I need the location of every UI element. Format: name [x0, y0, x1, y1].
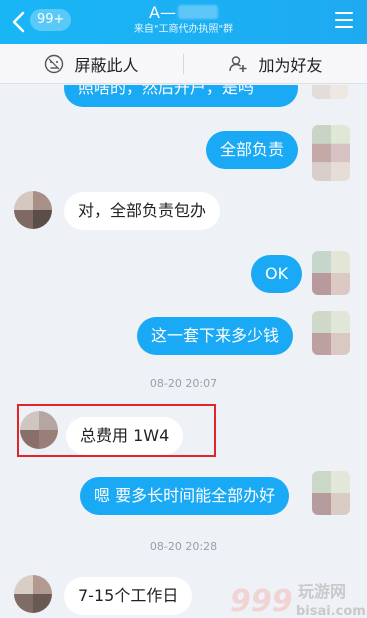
contact-avatar[interactable]: [14, 575, 52, 613]
chat-screen: { "header": { "back_label": "<", "unread…: [0, 0, 367, 618]
message-timestamp: 08-20 20:28: [149, 540, 218, 553]
add-friend-label: 加为好友: [258, 56, 323, 75]
my-avatar[interactable]: [312, 471, 350, 515]
watermark-site-text: 玩游网: [298, 582, 346, 601]
my-avatar[interactable]: [312, 85, 348, 99]
menu-icon[interactable]: [335, 12, 353, 28]
message-timestamp: 08-20 20:07: [149, 377, 218, 390]
add-friend-button[interactable]: 加为好友: [184, 44, 367, 84]
highlight-box: [17, 404, 216, 457]
pixelated-avatar-image: [312, 251, 350, 295]
watermark-domain-text: bisai.com: [296, 604, 366, 618]
blurred-name: [177, 5, 218, 19]
my-avatar[interactable]: [312, 251, 350, 295]
chat-title-text: A—: [149, 3, 176, 22]
pixelated-avatar-image: [312, 311, 350, 355]
pixelated-avatar-image: [312, 471, 350, 515]
add-friend-icon: [229, 56, 247, 72]
message-bubble-outgoing[interactable]: 嗯 要多长时间能全部办好: [80, 477, 290, 515]
block-icon: [45, 54, 64, 74]
my-avatar[interactable]: [312, 311, 350, 355]
message-bubble-outgoing[interactable]: 这一套下来多少钱: [137, 317, 294, 355]
pixelated-avatar-image: [14, 191, 52, 229]
title-bar: 99+ A— 来自"工商代办执照"群: [0, 0, 367, 44]
message-bubble-outgoing[interactable]: 照啥的，然后开户，是吗: [64, 85, 298, 107]
message-bubble-incoming[interactable]: 7-15个工作日: [64, 577, 193, 615]
chat-title: A—: [0, 4, 367, 22]
contact-avatar[interactable]: [14, 191, 52, 229]
message-bubble-outgoing[interactable]: 全部负责: [206, 131, 299, 169]
pixelated-avatar-image: [312, 85, 348, 99]
message-bubble-outgoing[interactable]: OK: [251, 255, 303, 293]
message-list[interactable]: 照啥的，然后开户，是吗 全部负责 对，全部负责包办 OK 这一套下来多少钱 08…: [0, 85, 367, 618]
watermark-logo: 999 玩游网 bisai.com: [230, 582, 366, 618]
my-avatar[interactable]: [312, 125, 350, 181]
pixelated-avatar-image: [14, 575, 52, 613]
pixelated-avatar-image: [312, 125, 350, 181]
action-bar: 屏蔽此人 加为好友: [0, 44, 367, 84]
block-user-button[interactable]: 屏蔽此人: [0, 44, 183, 84]
message-bubble-incoming[interactable]: 对，全部负责包办: [64, 192, 221, 230]
watermark-logo-text: 999: [230, 584, 293, 618]
chat-subtitle: 来自"工商代办执照"群: [133, 24, 234, 35]
block-user-label: 屏蔽此人: [74, 56, 139, 75]
